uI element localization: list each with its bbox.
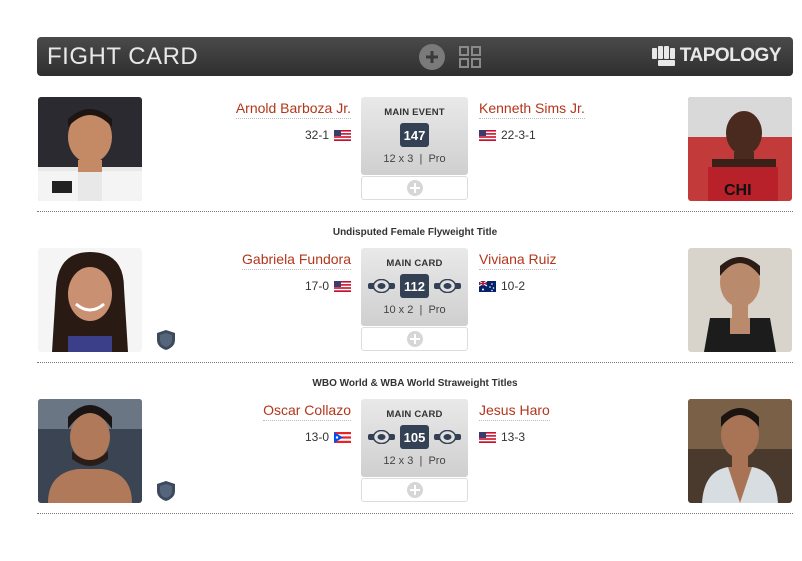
championship-belt-icon	[368, 430, 395, 444]
bout-rounds: 12 x 3 | Pro	[361, 153, 468, 165]
record-text: 17-0	[304, 279, 329, 293]
record-text: 32-1	[304, 128, 329, 142]
title-fight-shield-icon	[155, 329, 177, 351]
us-flag-icon	[479, 431, 496, 443]
add-pick-button[interactable]	[361, 478, 468, 502]
bout-info-box: MAIN CARD 105 12 x 3 | Pro	[361, 399, 468, 477]
record-text: 10-2	[501, 279, 526, 293]
bout-label: MAIN CARD	[386, 409, 443, 420]
fight-card-title: FIGHT CARD	[47, 43, 199, 70]
weight-class-badge: 112	[400, 274, 429, 298]
bout-rounds: 10 x 2 | Pro	[361, 304, 468, 316]
add-pick-button[interactable]	[361, 327, 468, 351]
plus-circle-icon	[406, 482, 423, 498]
bout-divider	[37, 513, 793, 514]
weight-class-badge: 147	[400, 123, 429, 147]
tapology-logo[interactable]: TAPOLOGY	[651, 43, 782, 69]
record-text: 13-3	[501, 430, 526, 444]
rounds-text: 12 x 3	[383, 455, 414, 467]
fighter-name-right[interactable]: Jesus Haro	[479, 402, 550, 421]
title-fight-shield-icon	[155, 480, 177, 502]
fighter-name-left[interactable]: Gabriela Fundora	[242, 251, 351, 270]
bout-info-box: MAIN EVENT 147 12 x 3 | Pro	[361, 97, 468, 175]
us-flag-icon	[334, 280, 351, 292]
bout-title: WBO World & WBA World Straweight Titles	[312, 378, 518, 389]
grid-view-icon[interactable]	[459, 46, 481, 68]
fighter-record-right: 22-3-1	[479, 128, 536, 142]
bout-rounds: 12 x 3 | Pro	[361, 455, 468, 467]
us-flag-icon	[479, 129, 496, 141]
add-icon[interactable]	[419, 44, 445, 70]
plus-circle-icon	[406, 180, 423, 196]
championship-belt-icon	[434, 279, 461, 293]
fighter-name-right[interactable]: Kenneth Sims Jr.	[479, 100, 585, 119]
fighter-photo-left[interactable]	[38, 97, 142, 201]
fight-card-header: FIGHT CARD TAPOLOGY	[37, 37, 793, 76]
fighter-name-left[interactable]: Arnold Barboza Jr.	[235, 100, 351, 119]
fighter-name-left[interactable]: Oscar Collazo	[263, 402, 351, 421]
bout-row-1: Arnold Barboza Jr. 32-1 MAIN EVENT 147 1…	[37, 97, 793, 201]
us-flag-icon	[334, 129, 351, 141]
separator: |	[419, 304, 423, 316]
fighter-record-right: 10-2	[479, 279, 525, 293]
au-flag-icon	[479, 280, 496, 292]
plus-circle-icon	[406, 331, 423, 347]
fighter-record-right: 13-3	[479, 430, 525, 444]
fighter-photo-right[interactable]: CHI	[688, 97, 792, 201]
bout-label: MAIN CARD	[386, 258, 443, 269]
fighter-photo-right[interactable]	[688, 399, 792, 503]
rounds-text: 12 x 3	[383, 153, 414, 165]
separator: |	[419, 455, 423, 467]
bout-title: Undisputed Female Flyweight Title	[332, 227, 498, 238]
bout-divider	[37, 362, 793, 363]
record-text: 22-3-1	[501, 128, 536, 142]
fighter-record-left: 17-0	[305, 279, 351, 293]
rounds-text: 10 x 2	[383, 304, 414, 316]
weight-class-badge: 105	[400, 425, 429, 449]
level-text: Pro	[428, 304, 446, 316]
bout-divider	[37, 211, 793, 212]
bout-info-box: MAIN CARD 112 10 x 2 | Pro	[361, 248, 468, 326]
svg-text:CHI: CHI	[724, 182, 752, 199]
tapology-logo-text: TAPOLOGY	[679, 45, 782, 66]
level-text: Pro	[428, 455, 446, 467]
bout-label: MAIN EVENT	[384, 107, 445, 118]
fighter-record-left: 13-0	[305, 430, 351, 444]
record-text: 13-0	[304, 430, 329, 444]
fighter-photo-left[interactable]	[38, 248, 142, 352]
tapology-fist-icon	[651, 46, 675, 66]
pr-flag-icon	[334, 431, 351, 443]
fighter-record-left: 32-1	[305, 128, 351, 142]
championship-belt-icon	[434, 430, 461, 444]
add-pick-button[interactable]	[361, 176, 468, 200]
bout-row-2: Gabriela Fundora 17-0 MAIN CARD 112 10 x…	[37, 248, 793, 352]
fighter-name-right[interactable]: Viviana Ruiz	[479, 251, 557, 270]
fighter-photo-left[interactable]	[38, 399, 142, 503]
championship-belt-icon	[368, 279, 395, 293]
bout-row-3: Oscar Collazo 13-0 MAIN CARD 105 12 x 3 …	[37, 399, 793, 503]
separator: |	[419, 153, 423, 165]
fighter-photo-right[interactable]	[688, 248, 792, 352]
level-text: Pro	[428, 153, 446, 165]
